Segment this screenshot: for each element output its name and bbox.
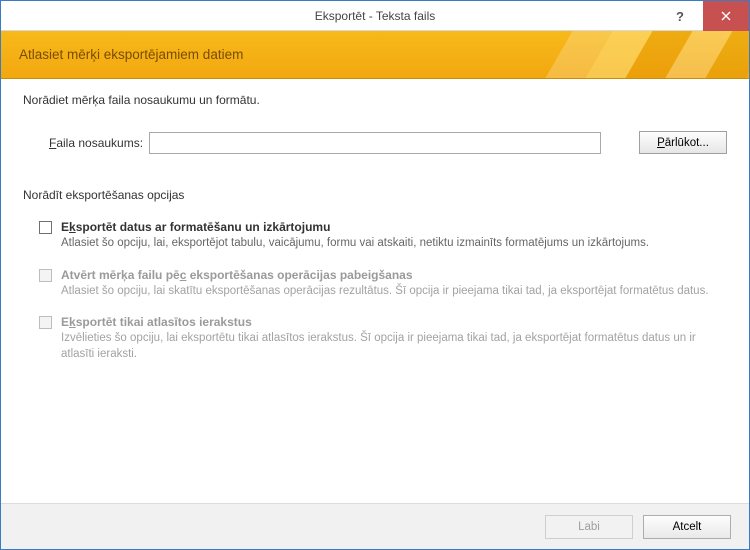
option-export-formatting-checkbox[interactable] [39,221,52,234]
dialog-footer: Labi Atcelt [1,503,749,549]
option-open-after-export: Atvērt mērķa failu pēc eksportēšanas ope… [61,268,727,300]
filename-input[interactable] [149,132,601,154]
option-title: Atvērt mērķa failu pēc eksportēšanas ope… [61,268,727,282]
ok-button[interactable]: Labi [545,515,633,539]
option-title: Eksportēt datus ar formatēšanu un izkārt… [61,220,727,234]
banner-title: Atlasiet mērķi eksportējamiem datiem [19,47,243,62]
close-button[interactable] [703,1,749,31]
window-title: Eksportēt - Teksta fails [1,9,749,23]
titlebar-buttons: ? [657,1,749,31]
option-description: Atlasiet šo opciju, lai skatītu eksportē… [61,284,727,300]
wizard-banner: Atlasiet mērķi eksportējamiem datiem [1,31,749,79]
banner-decoration [489,31,749,78]
export-options: Eksportēt datus ar formatēšanu un izkārt… [23,220,727,362]
option-selected-records-checkbox [39,316,52,329]
option-description: Izvēlieties šo opciju, lai eksportētu ti… [61,331,727,362]
option-title: Eksportēt tikai atlasītos ierakstus [61,315,727,329]
help-button[interactable]: ? [657,1,703,31]
export-options-heading: Norādīt eksportēšanas opcijas [23,188,727,202]
browse-button[interactable]: Pārlūkot... [639,131,727,154]
option-open-after-export-checkbox [39,269,52,282]
option-export-formatting: Eksportēt datus ar formatēšanu un izkārt… [61,220,727,252]
option-description: Atlasiet šo opciju, lai, eksportējot tab… [61,236,727,252]
cancel-button[interactable]: Atcelt [643,515,731,539]
close-icon [721,11,731,21]
content-area: Norādiet mērķa faila nosaukumu un formāt… [1,79,749,388]
instructions-text: Norādiet mērķa faila nosaukumu un formāt… [23,93,727,107]
titlebar: Eksportēt - Teksta fails ? [1,1,749,31]
filename-row: Faila nosaukums: Pārlūkot... [23,131,727,154]
filename-label: Faila nosaukums: [49,136,149,150]
option-selected-records: Eksportēt tikai atlasītos ierakstus Izvē… [61,315,727,362]
